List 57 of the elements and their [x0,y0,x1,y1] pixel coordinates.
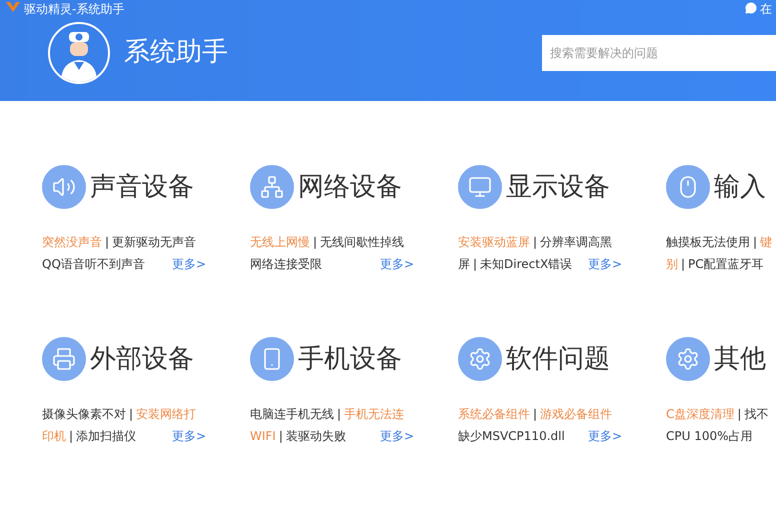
category-title[interactable]: 其他 [714,346,766,372]
problem-link[interactable]: 更新驱动无声音 [112,233,196,251]
doctor-avatar-icon [48,22,110,84]
problem-link[interactable]: PC配置蓝牙耳 [688,255,764,273]
page-title: 系统助手 [124,36,228,69]
problem-link[interactable]: 分辨率调高黑 [540,233,612,251]
separator: | [473,256,478,273]
more-link[interactable]: 更多> [172,255,206,273]
category-title[interactable]: 显示设备 [506,174,610,200]
online-link[interactable]: 在 [760,2,772,16]
problem-link[interactable]: 触摸板无法使用 [666,233,750,251]
separator: | [533,406,538,423]
separator: | [313,234,318,251]
search-field[interactable]: 搜索需要解决的问题 [542,34,776,70]
category-title[interactable]: 手机设备 [298,346,402,372]
problem-link[interactable]: 装驱动失败 [286,427,346,445]
problem-link[interactable]: 网络连接受限 [250,255,322,273]
separator: | [681,256,686,273]
window-title: 驱动精灵-系统助手 [24,2,124,16]
problem-link[interactable]: 找不 [744,405,768,423]
problem-link[interactable]: QQ语音听不到声音 [42,255,145,273]
separator: | [533,234,538,251]
problem-link[interactable]: 摄像头像素不对 [42,405,126,423]
problem-link[interactable]: 电脑连手机无线 [250,405,334,423]
monitor-icon [458,165,502,209]
app-logo-icon [6,2,20,12]
more-link[interactable]: 更多> [588,255,622,273]
problem-link[interactable]: 无线间歇性掉线 [320,233,404,251]
problem-link[interactable]: 屏 [458,255,470,273]
chat-icon [745,2,757,14]
gear-icon [666,337,710,381]
more-link[interactable]: 更多> [380,255,414,273]
phone-icon [250,337,294,381]
separator: | [753,234,758,251]
separator: | [278,428,283,445]
category-title[interactable]: 输入 [714,174,766,200]
problem-link[interactable]: 缺少MSVCP110.dll [458,427,565,445]
printer-icon [42,337,86,381]
gear-icon [458,337,502,381]
category-title[interactable]: 声音设备 [90,174,194,200]
problem-link[interactable]: 添加扫描仪 [76,427,136,445]
category-title[interactable]: 外部设备 [90,346,194,372]
separator: | [69,428,74,445]
problem-link[interactable]: 未知DirectX错误 [480,255,572,273]
speaker-icon [42,165,86,209]
more-link[interactable]: 更多> [588,427,622,445]
separator: | [337,406,342,423]
network-icon [250,165,294,209]
more-link[interactable]: 更多> [172,427,206,445]
separator: | [129,406,134,423]
mouse-icon [666,165,710,209]
category-title[interactable]: 网络设备 [298,174,402,200]
problem-link[interactable]: CPU 100%占用 [666,427,753,445]
separator: | [737,406,742,423]
more-link[interactable]: 更多> [380,427,414,445]
category-title[interactable]: 软件问题 [506,346,610,372]
separator: | [105,234,110,251]
